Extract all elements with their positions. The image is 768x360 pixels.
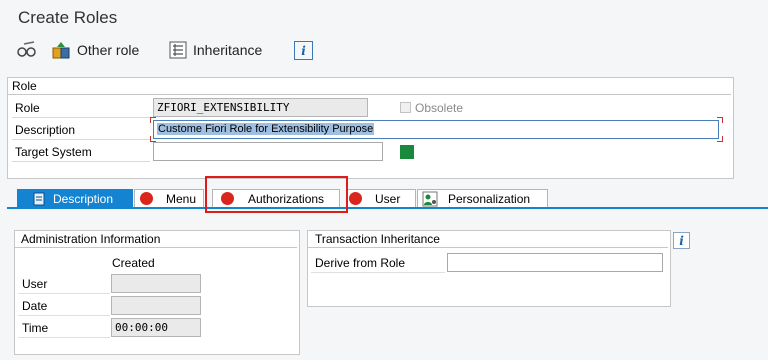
target-system-label-cell: Target System — [12, 142, 150, 162]
tabs-underline — [7, 207, 768, 209]
focus-corner-tr — [717, 117, 723, 123]
inheritance-button[interactable]: Inheritance — [169, 39, 262, 61]
other-role-label: Other role — [77, 42, 140, 58]
time-label: Time — [22, 321, 49, 335]
description-value: Custome Fiori Role for Extensibility Pur… — [157, 123, 375, 135]
display-change-button[interactable] — [16, 39, 38, 61]
row-divider — [311, 272, 445, 273]
group-divider — [8, 94, 731, 95]
glasses-pencil-icon — [17, 41, 36, 57]
user-label: User — [22, 277, 48, 291]
inheritance-label: Inheritance — [193, 42, 263, 58]
status-red-icon — [221, 192, 234, 205]
created-time-field[interactable]: 00:00:00 — [111, 318, 201, 337]
admin-panel-title: Administration Information — [21, 232, 161, 246]
tab-authorizations[interactable]: Authorizations — [212, 189, 340, 208]
tab-personalization[interactable]: Personalization — [417, 189, 548, 208]
role-group-title: Role — [12, 79, 37, 93]
row-divider — [18, 315, 110, 316]
focus-corner-tl — [150, 117, 156, 123]
hierarchy-icon — [169, 41, 187, 59]
target-system-label: Target System — [15, 144, 92, 159]
description-label-cell: Description — [12, 120, 150, 140]
status-red-icon — [349, 192, 362, 205]
status-red-icon — [140, 192, 153, 205]
info-button[interactable]: i — [294, 41, 313, 60]
role-label-cell: Role — [12, 98, 150, 118]
tab-user[interactable]: User — [346, 189, 416, 208]
document-icon — [33, 192, 45, 205]
admin-title-divider — [15, 247, 297, 248]
focus-corner-br — [717, 136, 723, 142]
created-user-field[interactable] — [111, 274, 201, 293]
inheritance-info-button[interactable]: i — [673, 232, 690, 249]
date-label: Date — [22, 299, 48, 313]
derive-from-role-input[interactable] — [447, 253, 663, 272]
created-column-header: Created — [112, 256, 155, 270]
created-date-field[interactable] — [111, 296, 201, 315]
tab-user-label: User — [375, 191, 401, 206]
page-title: Create Roles — [18, 8, 118, 27]
inheritance-panel-title: Transaction Inheritance — [315, 232, 440, 246]
role-input[interactable]: ZFIORI_EXTENSIBILITY — [153, 98, 368, 117]
tab-menu[interactable]: Menu — [134, 189, 204, 208]
other-role-button[interactable]: Other role — [51, 39, 139, 61]
row-divider — [18, 293, 110, 294]
status-green-icon — [400, 145, 414, 159]
switch-role-icon — [52, 42, 70, 59]
obsolete-checkbox[interactable] — [400, 102, 411, 113]
tab-description[interactable]: Description — [17, 189, 133, 208]
target-system-input[interactable] — [153, 142, 383, 161]
tab-authorizations-label: Authorizations — [248, 191, 325, 206]
description-label: Description — [15, 122, 76, 137]
derive-from-role-label: Derive from Role — [315, 256, 406, 270]
info-icon: i — [679, 233, 684, 248]
user-settings-icon — [422, 191, 438, 206]
tab-menu-label: Menu — [166, 191, 197, 206]
info-icon: i — [301, 43, 306, 58]
description-input[interactable]: Custome Fiori Role for Extensibility Pur… — [153, 120, 719, 139]
inheritance-title-divider — [308, 247, 668, 248]
role-label: Role — [15, 100, 40, 115]
row-divider — [18, 337, 110, 338]
tab-personalization-label: Personalization — [448, 191, 531, 206]
obsolete-label: Obsolete — [415, 101, 464, 115]
tab-description-label: Description — [53, 191, 114, 206]
